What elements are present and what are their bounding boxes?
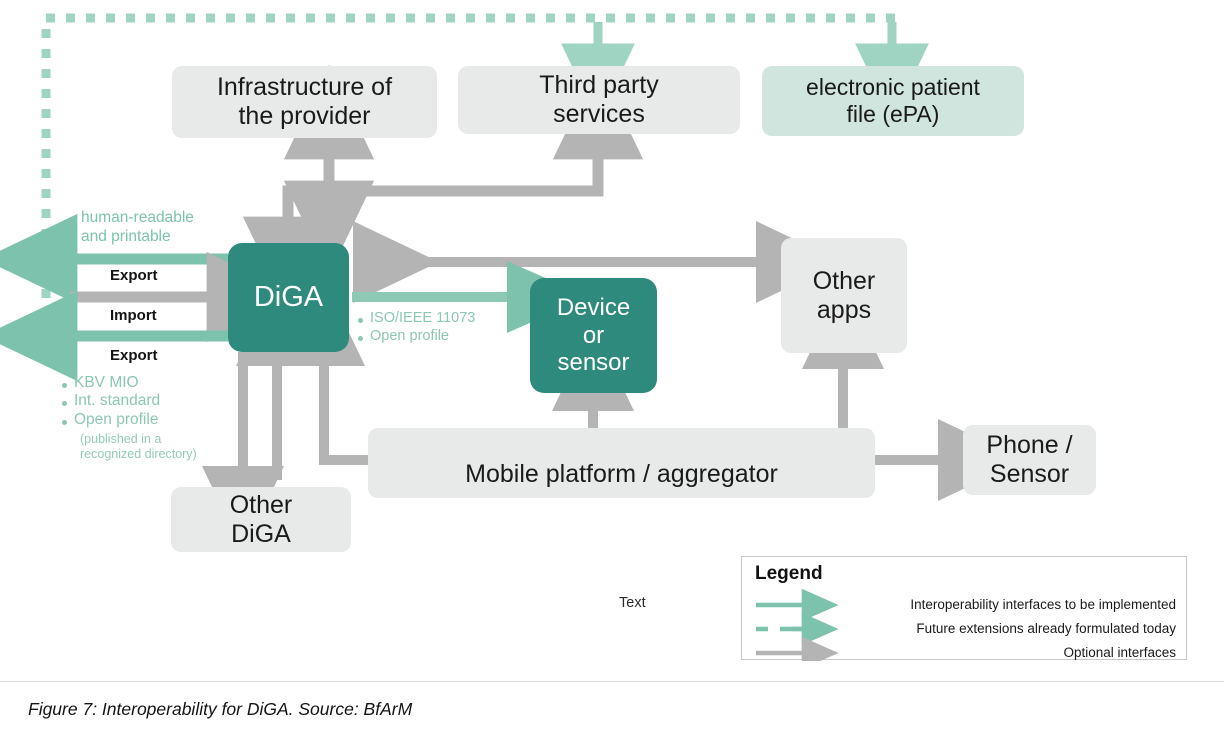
legend-title: Legend [755, 563, 823, 584]
node-third-party-services[interactable]: Third party services [458, 66, 740, 134]
list-item: Open profile [358, 328, 475, 346]
figure-caption: Figure 7: Interoperability for DiGA. Sou… [28, 699, 413, 719]
list-item-label: Open profile [74, 410, 159, 428]
legend-item-0: Interoperability interfaces to be implem… [910, 597, 1176, 612]
node-label: Other apps [812, 266, 876, 324]
list-item-label: KBV MIO [74, 374, 139, 391]
annotation-export-bottom: Export [110, 347, 158, 364]
list-item: KBV MIO [62, 374, 160, 392]
node-label: Infrastructure of the provider [216, 73, 393, 130]
caption-divider [0, 681, 1224, 682]
bullet-dot [62, 382, 67, 388]
node-mobile-platform-aggregator[interactable]: Mobile platform / aggregator [368, 428, 875, 498]
diagram-canvas: Infrastructure of the provider Third par… [0, 0, 1224, 740]
annotation-device-bullet-list: ISO/IEEE 11073 Open profile [358, 310, 475, 345]
annotation-export-top: Export [110, 267, 158, 284]
node-label: DiGA [253, 280, 324, 313]
node-other-apps[interactable]: Other apps [781, 238, 907, 353]
legend-panel: Legend Interoperability interfaces to be… [741, 556, 1187, 661]
node-label: Mobile platform / aggregator [465, 460, 778, 488]
list-item-label: Int. standard [74, 392, 161, 410]
annotation-left-bullets-note: (published in a recognized directory) [80, 432, 197, 462]
node-other-diga[interactable]: Other DiGA [171, 487, 351, 552]
bullet-dot [358, 318, 363, 324]
annotation-import: Import [110, 307, 157, 324]
node-electronic-patient-file[interactable]: electronic patient file (ePA) [762, 66, 1024, 136]
annotation-left-bullet-list: KBV MIO Int. standard Open profile [62, 374, 160, 429]
list-item-label: Open profile [370, 327, 449, 344]
list-item-label: ISO/IEEE 11073 [370, 310, 476, 326]
bullet-dot [358, 336, 363, 342]
node-device-or-sensor[interactable]: Device or sensor [530, 278, 657, 393]
list-item: Open profile [62, 411, 160, 429]
bullet-dot [62, 401, 67, 407]
annotation-human-readable: human-readable and printable [81, 209, 194, 245]
node-label: Device or sensor [556, 293, 631, 377]
stray-text-label: Text [619, 595, 646, 611]
bullet-dot [62, 419, 67, 425]
node-label: electronic patient file (ePA) [806, 74, 980, 127]
legend-item-1: Future extensions already formulated tod… [916, 621, 1176, 636]
node-phone-sensor[interactable]: Phone / Sensor [963, 425, 1096, 495]
node-label: Third party services [539, 71, 659, 128]
legend-item-2: Optional interfaces [1063, 645, 1176, 660]
node-label: Phone / Sensor [986, 431, 1073, 488]
node-diga[interactable]: DiGA [228, 243, 349, 352]
list-item: ISO/IEEE 11073 [358, 310, 475, 328]
arrow-diga-to-infrastructure-and-thirdparty [242, 64, 644, 312]
node-infrastructure-of-the-provider[interactable]: Infrastructure of the provider [172, 66, 437, 138]
node-label: Other DiGA [229, 490, 293, 548]
list-item: Int. standard [62, 392, 160, 410]
